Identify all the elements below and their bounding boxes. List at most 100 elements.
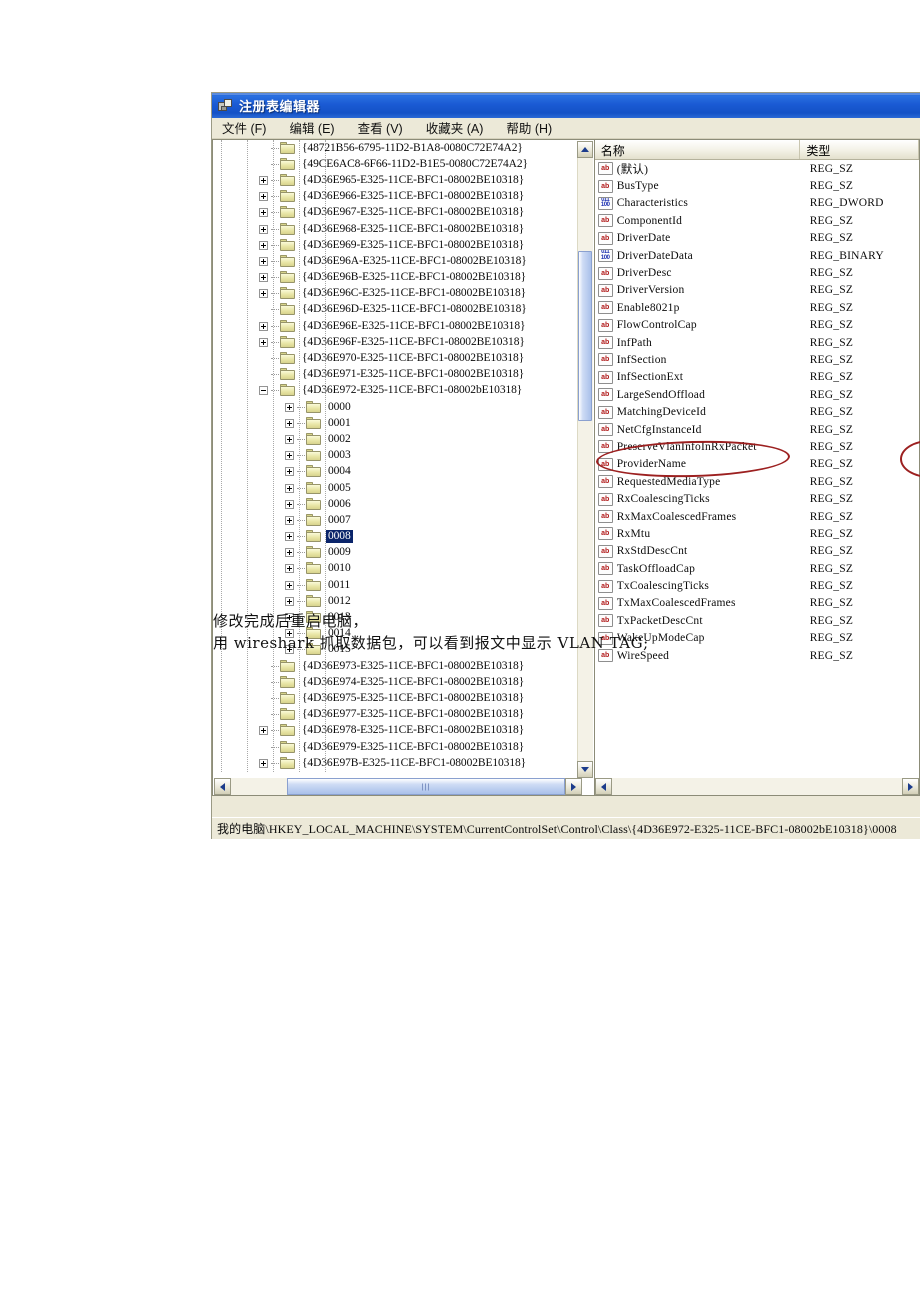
tree-node[interactable]: {48721B56-6795-11D2-B1A8-0080C72E74A2} — [213, 140, 581, 156]
tree-node[interactable]: {4D36E968-E325-11CE-BFC1-08002BE10318} — [213, 221, 581, 237]
values-horizontal-scrollbar[interactable] — [594, 778, 919, 795]
tree-node[interactable]: 0012 — [213, 593, 581, 609]
tree-scroll-left-button[interactable] — [214, 778, 231, 795]
table-row[interactable]: ab TxMaxCoalescedFrames REG_SZ — [595, 595, 919, 612]
tree-node[interactable]: {4D36E967-E325-11CE-BFC1-08002BE10318} — [213, 205, 581, 221]
tree-expand-toggle[interactable] — [259, 240, 268, 250]
tree-expand-toggle[interactable] — [259, 175, 268, 185]
tree-hscroll-thumb[interactable] — [287, 778, 565, 795]
tree-node[interactable]: {4D36E969-E325-11CE-BFC1-08002BE10318} — [213, 237, 581, 253]
menu-item-favorites[interactable]: 收藏夹 (A) — [424, 117, 493, 139]
tree-node[interactable]: {49CE6AC8-6F66-11D2-B1E5-0080C72E74A2} — [213, 156, 581, 172]
menu-item-edit[interactable]: 编辑 (E) — [287, 117, 343, 139]
tree-node[interactable]: {4D36E96B-E325-11CE-BFC1-08002BE10318} — [213, 270, 581, 286]
tree-node[interactable]: 0009 — [213, 545, 581, 561]
table-row[interactable]: ab TxPacketDescCnt REG_SZ — [595, 612, 919, 629]
table-row[interactable]: ab BusType REG_SZ — [595, 177, 919, 194]
tree-expand-toggle[interactable] — [285, 451, 294, 461]
values-scroll-right-button[interactable] — [902, 778, 919, 795]
values-hscroll-trough[interactable] — [611, 778, 902, 795]
registry-tree-pane[interactable]: {48721B56-6795-11D2-B1A8-0080C72E74A2} {4… — [212, 139, 594, 796]
tree-hscroll-trough[interactable] — [231, 778, 287, 795]
tree-node[interactable]: 0005 — [213, 480, 581, 496]
tree-expand-toggle[interactable] — [259, 208, 268, 218]
tree-node[interactable]: {4D36E974-E325-11CE-BFC1-08002BE10318} — [213, 674, 581, 690]
tree-node[interactable]: {4D36E970-E325-11CE-BFC1-08002BE10318} — [213, 350, 581, 366]
tree-node[interactable]: {4D36E96E-E325-11CE-BFC1-08002BE10318} — [213, 318, 581, 334]
tree-expand-toggle[interactable] — [259, 273, 268, 283]
tree-node[interactable]: {4D36E971-E325-11CE-BFC1-08002BE10318} — [213, 367, 581, 383]
tree-node[interactable]: {4D36E977-E325-11CE-BFC1-08002BE10318} — [213, 707, 581, 723]
tree-node[interactable]: 0002 — [213, 431, 581, 447]
menu-item-view[interactable]: 查看 (V) — [356, 117, 412, 139]
table-row[interactable]: 011 100 DriverDateData REG_BINARY — [595, 247, 919, 264]
tree-node[interactable]: 0010 — [213, 561, 581, 577]
table-row[interactable]: ab Enable8021p REG_SZ — [595, 299, 919, 316]
tree-vscroll-trough[interactable] — [576, 158, 593, 761]
tree-expand-toggle[interactable] — [285, 580, 294, 590]
table-row[interactable]: ab TxCoalescingTicks REG_SZ — [595, 577, 919, 594]
tree-expand-toggle[interactable] — [285, 564, 294, 574]
table-row[interactable]: ab DriverDate REG_SZ — [595, 230, 919, 247]
table-row[interactable]: ab RxStdDescCnt REG_SZ — [595, 543, 919, 560]
column-header-name[interactable]: 名称 — [595, 140, 801, 159]
tree-scroll-down-button[interactable] — [576, 761, 593, 778]
tree-expand-toggle[interactable] — [285, 418, 294, 428]
table-row[interactable]: ab InfSectionExt REG_SZ — [595, 369, 919, 386]
values-scroll-left-button[interactable] — [594, 778, 612, 795]
tree-node[interactable]: {4D36E96F-E325-11CE-BFC1-08002BE10318} — [213, 334, 581, 350]
tree-expand-toggle[interactable] — [285, 515, 294, 525]
tree-expand-toggle[interactable] — [285, 596, 294, 606]
tree-expand-toggle[interactable] — [259, 256, 268, 266]
tree-expand-toggle[interactable] — [259, 337, 268, 347]
menu-item-file[interactable]: 文件 (F) — [220, 117, 275, 139]
table-row[interactable]: ab DriverDesc REG_SZ — [595, 264, 919, 281]
table-row[interactable]: ab ComponentId REG_SZ — [595, 212, 919, 229]
tree-expand-toggle[interactable] — [285, 483, 294, 493]
tree-node[interactable]: 0004 — [213, 464, 581, 480]
tree-node[interactable]: {4D36E96D-E325-11CE-BFC1-08002BE10318} — [213, 302, 581, 318]
tree-node[interactable]: {4D36E973-E325-11CE-BFC1-08002BE10318} — [213, 658, 581, 674]
tree-node[interactable]: {4D36E972-E325-11CE-BFC1-08002bE10318} — [213, 383, 581, 399]
tree-expand-toggle[interactable] — [285, 532, 294, 542]
tree-scroll-up-button[interactable] — [576, 141, 593, 158]
tree-node[interactable]: 0001 — [213, 415, 581, 431]
column-header-type[interactable]: 类型 — [800, 140, 919, 159]
table-row[interactable]: ab NetCfgInstanceId REG_SZ — [595, 421, 919, 438]
menu-item-help[interactable]: 帮助 (H) — [504, 117, 561, 139]
tree-expand-toggle[interactable] — [285, 467, 294, 477]
tree-node[interactable]: {4D36E975-E325-11CE-BFC1-08002BE10318} — [213, 690, 581, 706]
tree-node[interactable]: 0003 — [213, 448, 581, 464]
tree-vertical-scrollbar[interactable] — [576, 141, 593, 778]
tree-expand-toggle[interactable] — [259, 224, 268, 234]
table-row[interactable]: ab InfPath REG_SZ — [595, 334, 919, 351]
tree-node[interactable]: 0000 — [213, 399, 581, 415]
table-row[interactable]: ab DriverVersion REG_SZ — [595, 282, 919, 299]
table-row[interactable]: ab (默认) REG_SZ — [595, 160, 919, 177]
tree-expand-toggle[interactable] — [285, 402, 294, 412]
tree-expand-toggle[interactable] — [285, 434, 294, 444]
tree-node[interactable]: 0007 — [213, 512, 581, 528]
tree-expand-toggle[interactable] — [259, 289, 268, 299]
tree-node[interactable]: 0006 — [213, 496, 581, 512]
tree-node[interactable]: 0011 — [213, 577, 581, 593]
tree-node[interactable]: {4D36E97B-E325-11CE-BFC1-08002BE10318} — [213, 755, 581, 771]
tree-expand-toggle[interactable] — [285, 548, 294, 558]
tree-scroll-right-button[interactable] — [565, 778, 582, 795]
tree-expand-toggle[interactable] — [259, 192, 268, 202]
tree-node[interactable]: {4D36E96A-E325-11CE-BFC1-08002BE10318} — [213, 253, 581, 269]
table-row[interactable]: 011 100 Characteristics REG_DWORD — [595, 195, 919, 212]
table-row[interactable]: ab RxCoalescingTicks REG_SZ — [595, 490, 919, 507]
tree-node[interactable]: {4D36E96C-E325-11CE-BFC1-08002BE10318} — [213, 286, 581, 302]
tree-expand-toggle[interactable] — [259, 758, 268, 768]
tree-node[interactable]: {4D36E978-E325-11CE-BFC1-08002BE10318} — [213, 723, 581, 739]
table-row[interactable]: ab LargeSendOffload REG_SZ — [595, 386, 919, 403]
table-row[interactable]: ab TaskOffloadCap REG_SZ — [595, 560, 919, 577]
table-row[interactable]: ab RxMaxCoalescedFrames REG_SZ — [595, 508, 919, 525]
tree-collapse-toggle[interactable] — [259, 386, 268, 396]
tree-expand-toggle[interactable] — [285, 499, 294, 509]
table-row[interactable]: ab MatchingDeviceId REG_SZ — [595, 403, 919, 420]
table-row[interactable]: ab FlowControlCap REG_SZ — [595, 317, 919, 334]
table-row[interactable]: ab RxMtu REG_SZ — [595, 525, 919, 542]
tree-expand-toggle[interactable] — [259, 321, 268, 331]
